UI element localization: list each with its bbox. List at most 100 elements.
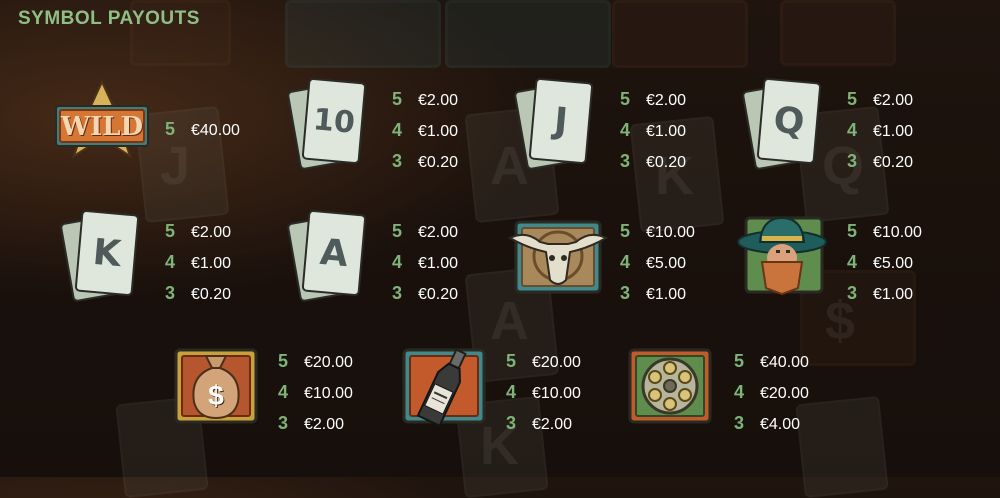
payout-count: 4 bbox=[392, 252, 403, 272]
payout-row: 5 €2.00 bbox=[847, 84, 967, 115]
wild-payout-list: 5 €40.00 bbox=[165, 114, 285, 145]
payout-row: 4 €5.00 bbox=[847, 247, 967, 278]
jack-payout-list: 5 €2.00 4 €1.00 3 €0.20 bbox=[620, 84, 740, 177]
payout-count: 4 bbox=[847, 120, 858, 140]
payout-amount: €5.00 bbox=[873, 255, 914, 272]
card-label: A bbox=[301, 209, 367, 297]
payout-amount: €0.20 bbox=[418, 286, 459, 303]
payout-count: 3 bbox=[620, 151, 631, 171]
payout-amount: €40.00 bbox=[191, 122, 240, 139]
payout-amount: €1.00 bbox=[873, 123, 914, 140]
money-bag-symbol: $ bbox=[208, 380, 224, 411]
money-bag-icon: $ bbox=[174, 346, 258, 426]
payout-count: 4 bbox=[620, 120, 631, 140]
card-label: K bbox=[74, 209, 140, 297]
payout-amount: €1.00 bbox=[191, 255, 232, 272]
payout-count: 3 bbox=[506, 413, 517, 433]
payout-count: 3 bbox=[847, 151, 858, 171]
payout-amount: €1.00 bbox=[418, 255, 459, 272]
payout-count: 5 bbox=[620, 89, 631, 109]
payout-count: 4 bbox=[506, 382, 517, 402]
payout-amount: €20.00 bbox=[760, 385, 809, 402]
payout-row: 4 €10.00 bbox=[506, 377, 626, 408]
payout-row: 3 €0.20 bbox=[392, 146, 512, 177]
payout-count: 4 bbox=[620, 252, 631, 272]
payout-amount: €10.00 bbox=[646, 224, 695, 241]
payout-row: 5 €40.00 bbox=[734, 346, 854, 377]
payout-count: 4 bbox=[734, 382, 745, 402]
payout-row: 3 €0.20 bbox=[165, 278, 285, 309]
payout-row: 5 €2.00 bbox=[392, 216, 512, 247]
ace-card-icon: A bbox=[286, 209, 367, 304]
payout-amount: €20.00 bbox=[532, 354, 581, 371]
whiskey-payout-list: 5 €20.00 4 €10.00 3 €2.00 bbox=[506, 346, 626, 439]
payout-row: 3 €1.00 bbox=[620, 278, 740, 309]
payout-count: 3 bbox=[620, 283, 631, 303]
payout-row: 4 €1.00 bbox=[392, 247, 512, 278]
payout-count: 3 bbox=[392, 283, 403, 303]
ten-card-icon: 10 bbox=[286, 77, 367, 172]
payout-count: 3 bbox=[392, 151, 403, 171]
payout-row: 3 €0.20 bbox=[620, 146, 740, 177]
payout-row: 5 €2.00 bbox=[392, 84, 512, 115]
payout-count: 5 bbox=[734, 351, 745, 371]
wild-badge-text: WILD bbox=[60, 112, 144, 142]
payout-row: 4 €1.00 bbox=[165, 247, 285, 278]
payout-row: 3 €1.00 bbox=[847, 278, 967, 309]
payout-amount: €40.00 bbox=[760, 354, 809, 371]
payout-row: 4 €20.00 bbox=[734, 377, 854, 408]
payout-count: 5 bbox=[392, 221, 403, 241]
wild-symbol-icon: WILD bbox=[52, 78, 152, 178]
bull-skull-payout-list: 5 €10.00 4 €5.00 3 €1.00 bbox=[620, 216, 740, 309]
payout-amount: €2.00 bbox=[418, 92, 459, 109]
payout-count: 5 bbox=[620, 221, 631, 241]
payout-count: 5 bbox=[278, 351, 289, 371]
payout-amount: €2.00 bbox=[532, 416, 573, 433]
payout-row: 3 €0.20 bbox=[847, 146, 967, 177]
payout-amount: €4.00 bbox=[760, 416, 801, 433]
payout-row: 3 €4.00 bbox=[734, 408, 854, 439]
payout-row: 3 €2.00 bbox=[506, 408, 626, 439]
payout-row: 5 €20.00 bbox=[278, 346, 398, 377]
payout-row: 5 €10.00 bbox=[847, 216, 967, 247]
page-title: SYMBOL PAYOUTS bbox=[18, 8, 200, 29]
payout-row: 4 €5.00 bbox=[620, 247, 740, 278]
payout-row: 4 €1.00 bbox=[847, 115, 967, 146]
queen-card-icon: Q bbox=[741, 77, 822, 172]
queen-payout-list: 5 €2.00 4 €1.00 3 €0.20 bbox=[847, 84, 967, 177]
payout-amount: €20.00 bbox=[304, 354, 353, 371]
payout-amount: €1.00 bbox=[873, 286, 914, 303]
payout-amount: €0.20 bbox=[418, 154, 459, 171]
payout-count: 5 bbox=[392, 89, 403, 109]
payout-row: 4 €10.00 bbox=[278, 377, 398, 408]
card-label: J bbox=[528, 77, 594, 165]
payout-amount: €0.20 bbox=[191, 286, 232, 303]
payout-amount: €10.00 bbox=[532, 385, 581, 402]
payout-count: 3 bbox=[278, 413, 289, 433]
payout-amount: €2.00 bbox=[304, 416, 345, 433]
payout-amount: €0.20 bbox=[646, 154, 687, 171]
payout-count: 3 bbox=[847, 283, 858, 303]
card-label: 10 bbox=[301, 77, 367, 165]
payout-count: 4 bbox=[165, 252, 176, 272]
bandit-icon bbox=[736, 212, 828, 296]
payout-row: 5 €10.00 bbox=[620, 216, 740, 247]
payout-amount: €1.00 bbox=[646, 123, 687, 140]
payout-row: 5 €20.00 bbox=[506, 346, 626, 377]
payout-count: 5 bbox=[165, 119, 176, 139]
payout-amount: €2.00 bbox=[418, 224, 459, 241]
bull-skull-icon bbox=[507, 218, 609, 294]
payout-count: 4 bbox=[392, 120, 403, 140]
payout-row: 5 €2.00 bbox=[165, 216, 285, 247]
payout-count: 3 bbox=[165, 283, 176, 303]
payout-count: 5 bbox=[847, 221, 858, 241]
revolver-cylinder-icon bbox=[628, 346, 712, 426]
whiskey-bottle-icon bbox=[402, 346, 486, 428]
ten-payout-list: 5 €2.00 4 €1.00 3 €0.20 bbox=[392, 84, 512, 177]
card-label: Q bbox=[756, 77, 822, 165]
payout-amount: €5.00 bbox=[646, 255, 687, 272]
payout-amount: €2.00 bbox=[191, 224, 232, 241]
payout-count: 5 bbox=[506, 351, 517, 371]
payout-amount: €1.00 bbox=[418, 123, 459, 140]
payout-count: 4 bbox=[847, 252, 858, 272]
